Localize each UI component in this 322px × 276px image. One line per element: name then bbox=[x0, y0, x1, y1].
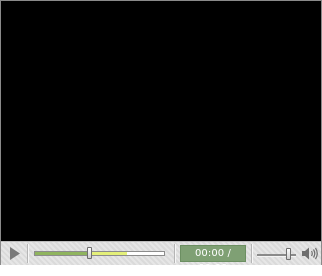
divider bbox=[174, 244, 175, 263]
play-icon bbox=[10, 247, 20, 260]
control-bar: 00:00 / 00:00 bbox=[1, 241, 321, 274]
seek-buffered-fill bbox=[89, 252, 127, 255]
video-area[interactable] bbox=[1, 1, 321, 241]
divider bbox=[251, 244, 252, 263]
play-button[interactable] bbox=[1, 242, 27, 265]
mute-button[interactable] bbox=[301, 246, 319, 261]
seek-played-fill bbox=[35, 252, 90, 255]
seek-bar[interactable] bbox=[34, 251, 165, 256]
video-player: 00:00 / 00:00 bbox=[0, 0, 322, 274]
time-display: 00:00 / 00:00 bbox=[180, 245, 246, 274]
speaker-icon bbox=[302, 247, 318, 260]
divider bbox=[27, 244, 28, 263]
volume-handle[interactable] bbox=[286, 248, 291, 260]
seek-handle[interactable] bbox=[87, 247, 92, 259]
